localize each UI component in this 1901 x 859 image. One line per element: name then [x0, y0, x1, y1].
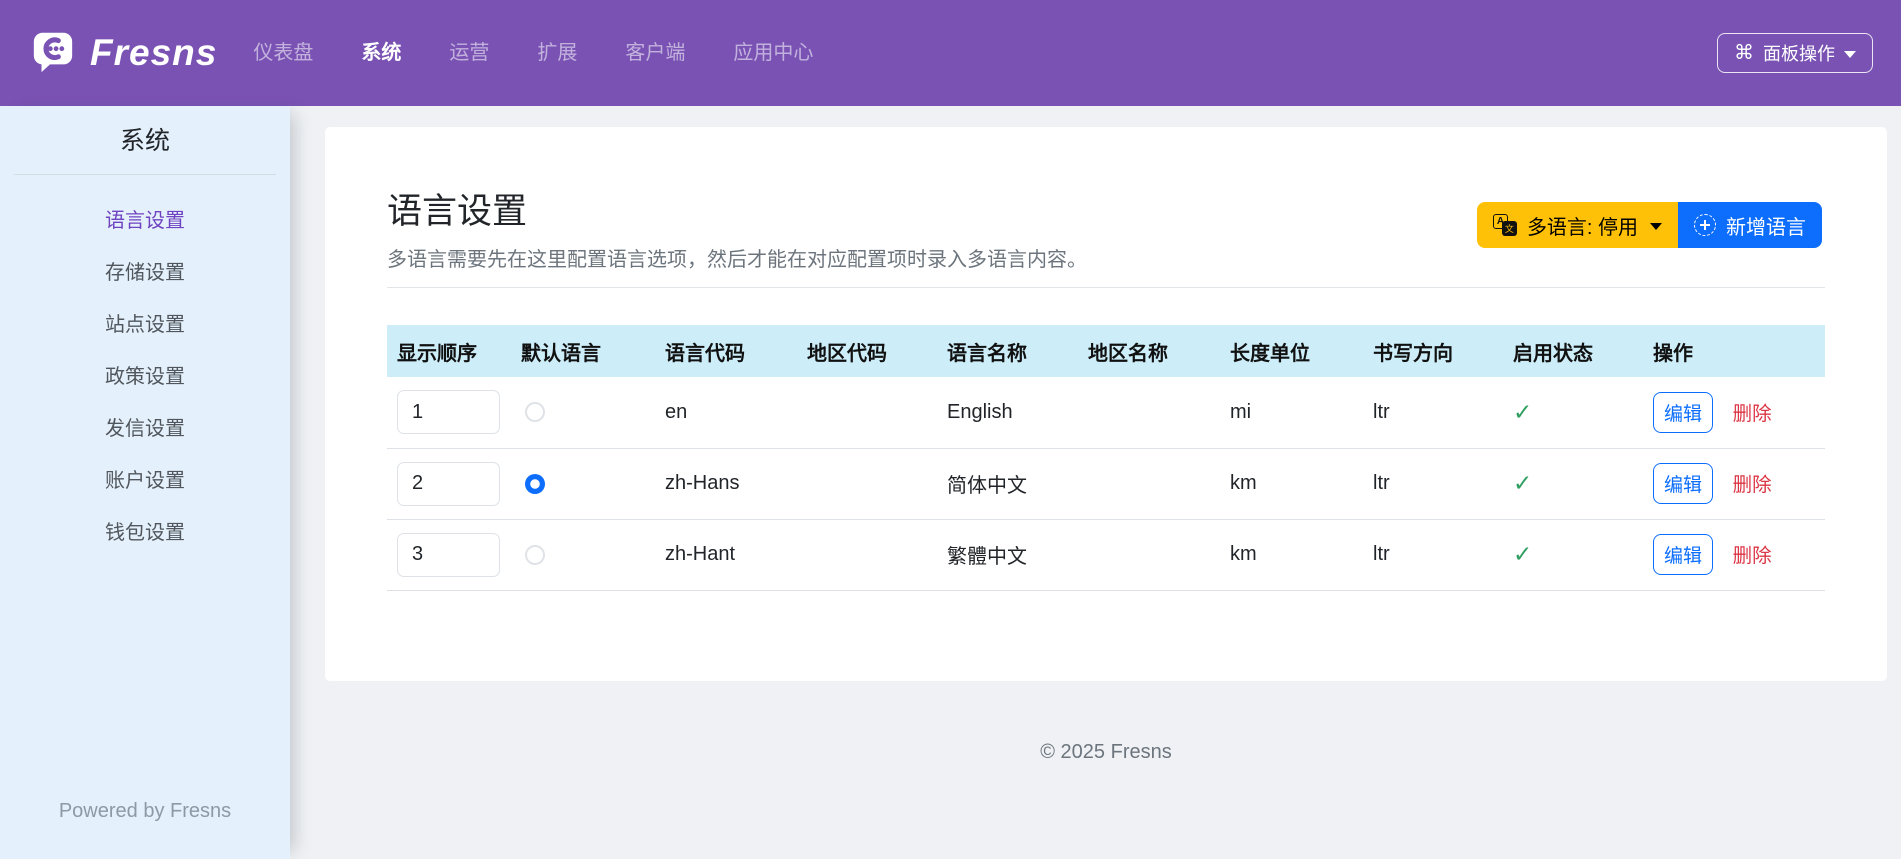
add-language-button[interactable]: 新增语言: [1678, 202, 1822, 248]
language-name-cell: 繁體中文: [937, 519, 1078, 591]
sidebar-item-site-settings[interactable]: 站点设置: [0, 299, 290, 351]
command-icon: ⌘: [1734, 42, 1754, 64]
table-row: en English mi ltr ✓ 编辑 删除: [387, 377, 1825, 449]
panel-actions-button[interactable]: ⌘ 面板操作: [1717, 33, 1873, 73]
nav-item-extensions[interactable]: 扩展: [513, 0, 601, 106]
language-code-cell: zh-Hant: [655, 519, 797, 591]
area-name-cell: [1078, 377, 1220, 449]
header-divider: [387, 287, 1825, 288]
order-input[interactable]: [397, 390, 500, 435]
brand[interactable]: Fresns: [30, 28, 217, 79]
language-code-cell: en: [655, 377, 797, 449]
sidebar-nav: 语言设置 存储设置 站点设置 政策设置 发信设置 账户设置 钱包设置: [0, 195, 290, 559]
table-header-row: 显示顺序 默认语言 语言代码 地区代码 语言名称 地区名称 长度单位 书写方向 …: [387, 325, 1825, 377]
length-unit-cell: km: [1220, 519, 1363, 591]
sidebar-item-storage-settings[interactable]: 存储设置: [0, 247, 290, 299]
sidebar-title: 系统: [119, 127, 170, 155]
copyright-text: © 2025 Fresns: [1040, 741, 1172, 763]
sidebar: 系统 语言设置 存储设置 站点设置 政策设置 发信设置 账户设置 钱包设置 Po…: [0, 106, 290, 859]
plus-circle-icon: [1694, 214, 1716, 236]
language-name-cell: 简体中文: [937, 448, 1078, 520]
nav-item-dashboard[interactable]: 仪表盘: [229, 0, 337, 106]
length-unit-cell: km: [1220, 448, 1363, 520]
sidebar-item-policy-settings[interactable]: 政策设置: [0, 351, 290, 403]
writing-direction-cell: ltr: [1363, 377, 1503, 449]
translate-icon: A 文: [1492, 214, 1517, 236]
sidebar-divider: [14, 174, 276, 175]
col-header-writing-direction: 书写方向: [1363, 325, 1503, 377]
col-header-language-name: 语言名称: [937, 325, 1078, 377]
check-icon: ✓: [1513, 541, 1533, 567]
col-header-area-code: 地区代码: [797, 325, 937, 377]
delete-link[interactable]: 删除: [1733, 403, 1772, 425]
caret-down-icon: [1844, 50, 1856, 58]
col-header-length-unit: 长度单位: [1220, 325, 1363, 377]
top-navbar: Fresns 仪表盘 系统 运营 扩展 客户端 应用中心 ⌘ 面板操作: [0, 0, 1901, 106]
check-icon: ✓: [1513, 470, 1533, 496]
area-name-cell: [1078, 448, 1220, 520]
area-name-cell: [1078, 519, 1220, 591]
add-language-label: 新增语言: [1726, 216, 1806, 239]
delete-link[interactable]: 删除: [1733, 545, 1772, 567]
order-input[interactable]: [397, 532, 500, 577]
area-code-cell: [797, 448, 937, 520]
multilingual-status-button[interactable]: A 文 多语言: 停用: [1477, 202, 1678, 248]
sidebar-item-mail-settings[interactable]: 发信设置: [0, 403, 290, 455]
edit-button[interactable]: 编辑: [1653, 391, 1714, 433]
col-header-language-code: 语言代码: [655, 325, 797, 377]
col-header-enabled-status: 启用状态: [1503, 325, 1643, 377]
writing-direction-cell: ltr: [1363, 448, 1503, 520]
languages-table: 显示顺序 默认语言 语言代码 地区代码 语言名称 地区名称 长度单位 书写方向 …: [387, 325, 1825, 591]
writing-direction-cell: ltr: [1363, 519, 1503, 591]
nav-item-operations[interactable]: 运营: [425, 0, 513, 106]
caret-down-icon: [1650, 222, 1663, 230]
default-language-radio[interactable]: [525, 402, 545, 423]
edit-button[interactable]: 编辑: [1653, 463, 1714, 504]
nav-item-system[interactable]: 系统: [337, 0, 425, 106]
toolbar: A 文 多语言: 停用 新增语言: [1477, 202, 1822, 248]
col-header-area-name: 地区名称: [1078, 325, 1220, 377]
main-nav: 仪表盘 系统 运营 扩展 客户端 应用中心: [229, 0, 837, 106]
sidebar-item-account-settings[interactable]: 账户设置: [0, 455, 290, 507]
nav-item-app-center[interactable]: 应用中心: [709, 0, 837, 106]
default-language-radio[interactable]: [525, 473, 545, 494]
language-name-cell: English: [937, 377, 1078, 449]
panel-actions-label: 面板操作: [1763, 44, 1835, 64]
sidebar-item-language-settings[interactable]: 语言设置: [0, 195, 290, 247]
fresns-logo-icon: [30, 28, 76, 79]
multilingual-status-label: 多语言: 停用: [1526, 216, 1639, 239]
table-row: zh-Hans 简体中文 km ltr ✓ 编辑 删除: [387, 448, 1825, 520]
check-icon: ✓: [1513, 398, 1533, 425]
brand-name: Fresns: [90, 32, 218, 73]
col-header-actions: 操作: [1643, 325, 1825, 377]
delete-link[interactable]: 删除: [1733, 474, 1772, 496]
area-code-cell: [797, 519, 937, 591]
main-content: 语言设置 多语言需要先在这里配置语言选项，然后才能在对应配置项时录入多语言内容。…: [290, 106, 1901, 859]
page-subtitle: 多语言需要先在这里配置语言选项，然后才能在对应配置项时录入多语言内容。: [387, 249, 1087, 271]
col-header-display-order: 显示顺序: [387, 325, 511, 377]
table-row: zh-Hant 繁體中文 km ltr ✓ 编辑 删除: [387, 519, 1825, 591]
sidebar-item-wallet-settings[interactable]: 钱包设置: [0, 507, 290, 559]
language-settings-card: 语言设置 多语言需要先在这里配置语言选项，然后才能在对应配置项时录入多语言内容。…: [325, 127, 1887, 681]
edit-button[interactable]: 编辑: [1653, 534, 1714, 575]
order-input[interactable]: [397, 461, 500, 506]
default-language-radio[interactable]: [525, 544, 545, 565]
language-code-cell: zh-Hans: [655, 448, 797, 520]
nav-item-clients[interactable]: 客户端: [601, 0, 709, 106]
length-unit-cell: mi: [1220, 377, 1363, 449]
col-header-default-language: 默认语言: [511, 325, 655, 377]
powered-by-text: Powered by Fresns: [58, 800, 232, 822]
area-code-cell: [797, 377, 937, 449]
